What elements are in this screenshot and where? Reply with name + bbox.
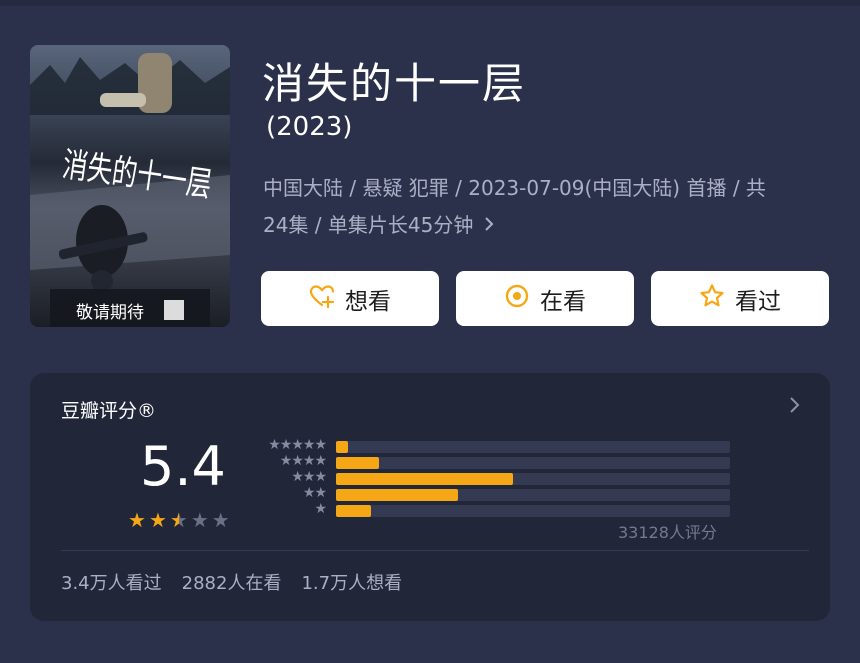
want-to-watch-label: 想看 (345, 288, 391, 315)
watching-count[interactable]: 2882人在看 (182, 569, 282, 595)
rating-star-icon: ★ (169, 508, 188, 532)
rating-row-stars-icon: ★★★★ (279, 453, 327, 469)
rating-bar-fill (336, 441, 348, 453)
watched-count[interactable]: 3.4万人看过 (61, 569, 162, 595)
rating-row-stars-icon: ★★★★★ (268, 437, 327, 453)
want-to-watch-button[interactable]: 想看 (261, 271, 439, 326)
rating-row-stars-icon: ★★ (302, 485, 327, 501)
rating-section-title: 豆瓣评分® (61, 400, 157, 422)
movie-title: 消失的十一层 (262, 59, 527, 108)
watching-label: 在看 (540, 288, 586, 315)
rating-bar-fill (336, 457, 380, 469)
heart-plus-icon (309, 283, 335, 315)
movie-meta[interactable]: 中国大陆 / 悬疑 犯罪 / 2023-07-09(中国大陆) 首播 / 共 2… (263, 170, 823, 244)
rating-star-icon: ★ (211, 508, 230, 532)
rating-row-stars-icon: ★★★ (291, 469, 327, 485)
rating-bar-track (336, 489, 730, 501)
rating-row-stars-icon: ★ (314, 501, 327, 517)
rating-bar-track (336, 505, 730, 517)
rating-stars: ★ ★ ★ ★ ★ (128, 510, 230, 530)
meta-line-1: 中国大陆 / 悬疑 犯罪 / 2023-07-09(中国大陆) 首播 / 共 (263, 176, 766, 200)
watching-button[interactable]: 在看 (456, 271, 634, 326)
rating-star-icon: ★ (128, 508, 146, 532)
stats-row: 3.4万人看过 2882人在看 1.7万人想看 (61, 569, 402, 595)
chevron-right-icon[interactable] (788, 395, 802, 415)
poster-artwork: 消失的十一层 敬请期待 (30, 53, 230, 327)
top-bar (0, 0, 860, 6)
rating-star-icon: ★ (190, 508, 209, 532)
star-outline-icon (699, 283, 725, 315)
rating-bar-track (336, 473, 730, 485)
rating-star-icon: ★ (148, 508, 167, 532)
target-icon (504, 283, 530, 315)
rating-bar-fill (336, 505, 372, 517)
rating-score: 5.4 (140, 435, 226, 498)
watched-label: 看过 (735, 288, 781, 315)
meta-line-2: 24集 / 单集片长45分钟 (263, 213, 474, 237)
movie-year: (2023) (266, 112, 353, 142)
rating-bar-fill (336, 489, 459, 501)
divider (61, 550, 809, 551)
watched-button[interactable]: 看过 (651, 271, 829, 326)
rating-panel[interactable]: 豆瓣评分® 5.4 ★ ★ ★ ★ ★ ★★★★★ ★★★★ ★★★ ★★ ★ 33128人评分… (30, 373, 830, 621)
meta-line-2-wrap: 24集 / 单集片长45分钟 (263, 207, 823, 244)
rating-bar-track (336, 441, 730, 453)
rating-bar-track (336, 457, 730, 469)
want-count[interactable]: 1.7万人想看 (301, 569, 402, 595)
poster-image[interactable]: 消失的十一层 敬请期待 (30, 45, 230, 327)
chevron-right-icon (477, 213, 494, 237)
rating-bar-fill (336, 473, 514, 485)
rating-count: 33128人评分 (618, 523, 717, 542)
poster-tagline: 敬请期待 (76, 303, 144, 323)
